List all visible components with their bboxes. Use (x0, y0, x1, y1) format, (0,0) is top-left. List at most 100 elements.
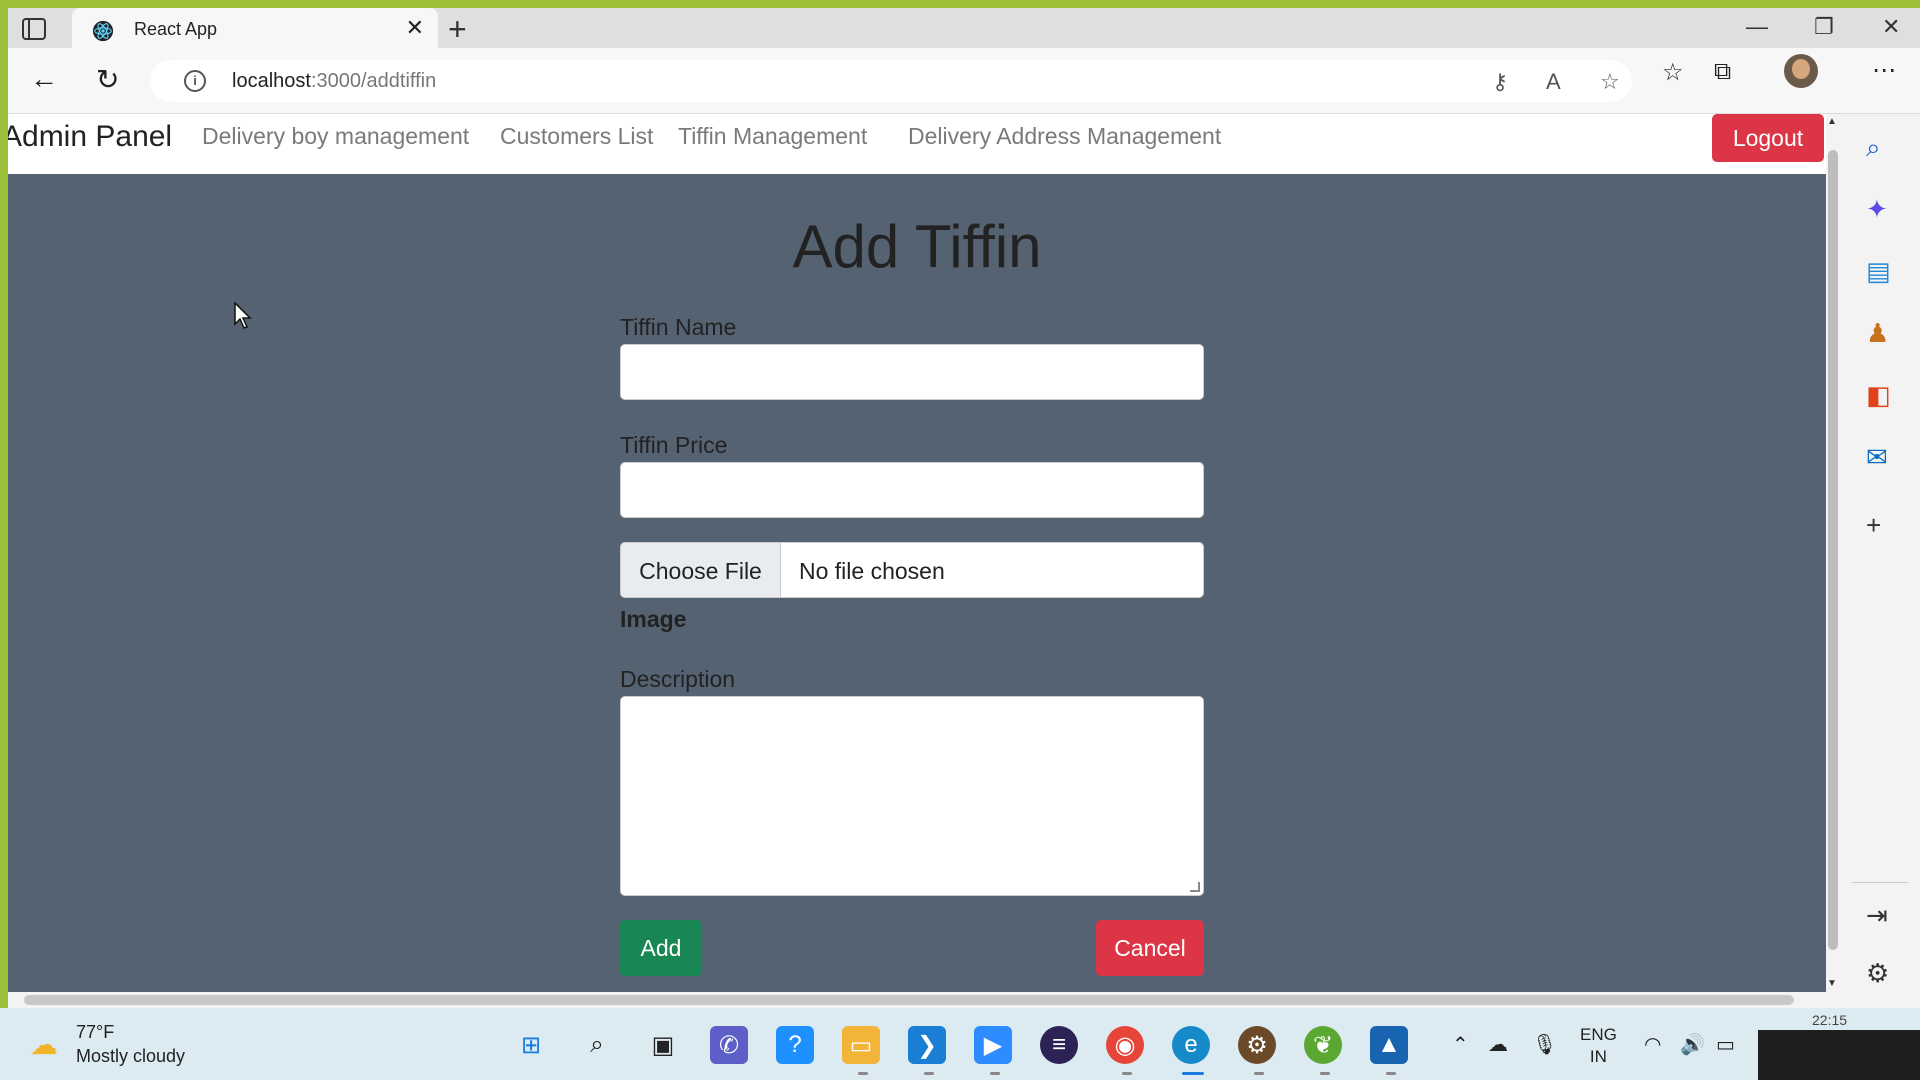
scroll-down-icon[interactable]: ▼ (1827, 978, 1837, 989)
hide-sidebar-icon[interactable]: ⇥ (1866, 900, 1888, 931)
logout-button[interactable]: Logout (1712, 114, 1824, 162)
choose-file-button[interactable]: Choose File (621, 543, 781, 597)
scroll-up-icon[interactable]: ▲ (1827, 116, 1837, 127)
tools-icon[interactable]: ▤ (1866, 256, 1891, 287)
volume-icon[interactable]: 🔊 (1680, 1032, 1705, 1057)
weather-description[interactable]: Mostly cloudy (76, 1046, 185, 1067)
onedrive-icon[interactable]: ☁ (1488, 1032, 1508, 1057)
taskbar-search-icon[interactable]: ⌕ (578, 1026, 616, 1064)
resize-handle-icon[interactable] (1190, 882, 1200, 892)
key-icon[interactable]: ⚷ (1492, 69, 1508, 95)
collections-icon[interactable]: ⧉ (1714, 58, 1731, 86)
new-tab-icon[interactable]: + (448, 11, 467, 48)
description-label: Description (620, 666, 736, 692)
office-icon[interactable]: ◧ (1866, 380, 1891, 411)
favorites-icon[interactable]: ☆ (1662, 58, 1684, 87)
running-indicator (990, 1072, 1000, 1075)
windows-taskbar: ☁ 77°F Mostly cloudy ⊞ ⌕ ▣ ✆ ? ▭ ❯ ▶ ≡ ◉… (0, 1008, 1920, 1080)
tab-actions-icon[interactable] (22, 18, 46, 40)
back-icon[interactable]: ← (30, 63, 58, 95)
tiffin-price-label: Tiffin Price (620, 432, 728, 458)
eclipse-icon[interactable]: ≡ (1040, 1026, 1078, 1064)
language-indicator[interactable]: ENG IN (1580, 1024, 1617, 1068)
refresh-icon[interactable]: ↻ (96, 63, 119, 96)
tiffin-name-label: Tiffin Name (620, 314, 737, 340)
read-aloud-icon[interactable]: A (1546, 69, 1561, 95)
outlook-icon[interactable]: ✉ (1866, 442, 1888, 473)
search-icon[interactable]: ⌕ (1866, 132, 1881, 164)
site-info-icon[interactable]: i (184, 70, 206, 92)
tab-title: React App (134, 19, 218, 39)
clock-overlay (1758, 1030, 1920, 1080)
clock-time[interactable]: 22:15 (1812, 1012, 1847, 1028)
sidebar-divider (1852, 882, 1908, 883)
nav-customers-list[interactable]: Customers List (500, 123, 653, 150)
start-icon[interactable]: ⊞ (512, 1026, 550, 1064)
brand-title[interactable]: Admin Panel (8, 120, 172, 154)
weather-icon[interactable]: ☁ (30, 1028, 58, 1061)
add-favorite-icon[interactable]: ☆ (1600, 69, 1620, 95)
browser-titlebar: React App ✕ + — ❐ ✕ (8, 8, 1920, 48)
edge-sidebar: ⌕ ✦ ▤ ♟ ◧ ✉ + ⇥ ⚙ (1840, 114, 1920, 1016)
tab-react-app[interactable]: React App ✕ (72, 8, 438, 48)
page-viewport: Admin Panel Delivery boy management Cust… (8, 114, 1826, 992)
vscode-icon[interactable]: ❯ (908, 1026, 946, 1064)
address-bar: ← ↻ i localhost:3000/addtiffin ⚷ A ☆ ☆ ⧉… (8, 48, 1920, 114)
tiffin-price-input[interactable] (620, 462, 1204, 518)
language-code: ENG (1580, 1025, 1617, 1044)
url-text: localhost:3000/addtiffin (232, 70, 437, 92)
file-status: No file chosen (799, 558, 945, 584)
tips-icon[interactable]: ? (776, 1026, 814, 1064)
restore-icon[interactable]: ❐ (1814, 14, 1834, 40)
active-indicator (1182, 1072, 1204, 1075)
nav-delivery-address-management[interactable]: Delivery Address Management (908, 123, 1221, 150)
image-file-input[interactable]: Choose File No file chosen (620, 542, 1204, 598)
url-field[interactable]: i localhost:3000/addtiffin ⚷ A ☆ (150, 60, 1632, 102)
close-window-icon[interactable]: ✕ (1882, 14, 1900, 40)
nav-delivery-boy-management[interactable]: Delivery boy management (202, 123, 469, 150)
wifi-icon[interactable]: ◠ (1644, 1032, 1661, 1057)
nav-tiffin-management[interactable]: Tiffin Management (678, 123, 867, 150)
react-logo-icon (92, 20, 114, 42)
running-indicator (1386, 1072, 1396, 1075)
tiffin-name-input[interactable] (620, 344, 1204, 400)
add-sidebar-icon[interactable]: + (1866, 510, 1881, 541)
running-indicator (1320, 1072, 1330, 1075)
language-region: IN (1589, 1047, 1607, 1066)
running-indicator (924, 1072, 934, 1075)
app-navbar: Admin Panel Delivery boy management Cust… (8, 114, 1826, 174)
description-textarea[interactable] (620, 696, 1204, 896)
add-button[interactable]: Add (620, 920, 702, 976)
mouse-cursor-icon (234, 302, 252, 329)
weather-temperature[interactable]: 77°F (76, 1022, 114, 1043)
vertical-scrollbar[interactable]: ▲ ▼ (1826, 114, 1840, 992)
minimize-icon[interactable]: — (1746, 14, 1768, 40)
chat-icon[interactable]: ✆ (710, 1026, 748, 1064)
chrome-icon[interactable]: ◉ (1106, 1026, 1144, 1064)
battery-icon[interactable]: ▭ (1716, 1032, 1735, 1057)
browser-window: React App ✕ + — ❐ ✕ ← ↻ i localhost:3000… (8, 8, 1920, 1016)
games-icon[interactable]: ♟ (1866, 318, 1889, 349)
horizontal-scroll-thumb[interactable] (24, 995, 1794, 1005)
running-indicator (1122, 1072, 1132, 1075)
zoom-icon[interactable]: ▶ (974, 1026, 1012, 1064)
running-indicator (1254, 1072, 1264, 1075)
cancel-button[interactable]: Cancel (1096, 920, 1204, 976)
copilot-icon[interactable]: ✦ (1866, 194, 1888, 225)
app-icon-gear[interactable]: ⚙ (1238, 1026, 1276, 1064)
chevron-up-icon[interactable]: ⌃ (1452, 1032, 1469, 1057)
tab-close-icon[interactable]: ✕ (406, 15, 424, 41)
spring-tools-icon[interactable]: ❦ (1304, 1026, 1342, 1064)
vertical-scroll-thumb[interactable] (1828, 150, 1838, 950)
file-explorer-icon[interactable]: ▭ (842, 1026, 880, 1064)
settings-icon[interactable]: ⚙ (1866, 958, 1889, 989)
task-view-icon[interactable]: ▣ (644, 1026, 682, 1064)
microphone-icon[interactable]: 🎙 (1532, 1032, 1557, 1057)
more-icon[interactable]: ⋯ (1872, 56, 1896, 85)
photos-icon[interactable]: ▲ (1370, 1026, 1408, 1064)
edge-icon[interactable]: e (1172, 1026, 1210, 1064)
image-label: Image (620, 606, 687, 632)
page-title: Add Tiffin (792, 213, 1042, 280)
avatar[interactable] (1784, 54, 1818, 88)
horizontal-scrollbar[interactable] (8, 992, 1826, 1008)
